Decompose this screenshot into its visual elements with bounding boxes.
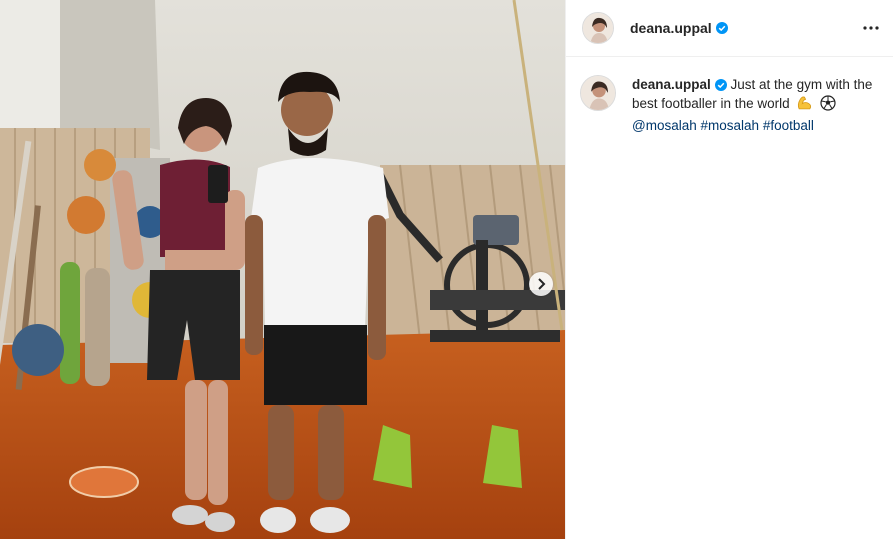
soccer-ball-icon xyxy=(820,95,836,116)
mention-link[interactable]: @mosalah xyxy=(632,118,697,133)
post-header: deana.uppal xyxy=(566,0,893,57)
gym-photo xyxy=(0,0,565,539)
avatar[interactable] xyxy=(582,12,614,44)
hashtag-link[interactable]: #mosalah xyxy=(701,118,760,133)
header-username[interactable]: deana.uppal xyxy=(630,20,712,36)
caption-avatar[interactable] xyxy=(580,75,616,111)
more-options-icon[interactable] xyxy=(863,16,879,40)
verified-badge-icon xyxy=(714,79,727,91)
post-image[interactable] xyxy=(0,0,565,539)
caption-row: deana.uppal Just at the gym with the bes… xyxy=(566,57,893,135)
post-sidebar: deana.uppal deana.uppal Just at the gym … xyxy=(565,0,893,539)
caption-username[interactable]: deana.uppal xyxy=(632,77,711,92)
avatar-image xyxy=(581,76,615,110)
caption: deana.uppal Just at the gym with the bes… xyxy=(632,75,879,135)
verified-badge-icon xyxy=(715,22,728,34)
flexed-biceps-icon xyxy=(796,94,813,116)
next-photo-button[interactable] xyxy=(529,272,553,296)
avatar-image xyxy=(583,13,613,43)
hashtag-link[interactable]: #football xyxy=(763,118,814,133)
chevron-right-icon xyxy=(536,278,546,290)
